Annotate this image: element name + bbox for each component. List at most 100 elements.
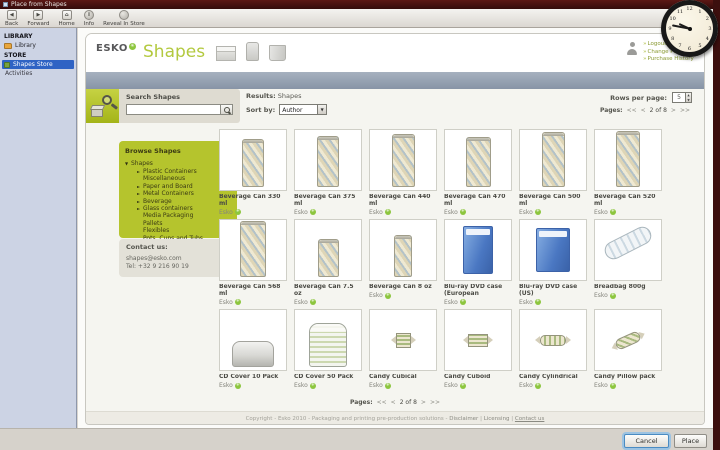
product-card[interactable]: Beverage Can 520 ml Esko✳ [594, 129, 662, 215]
product-card[interactable]: Beverage Can 470 ml Esko✳ [444, 129, 512, 215]
product-thumbnail [444, 129, 512, 191]
category-metal-containers[interactable]: ►Metal Containers [125, 190, 231, 197]
reveal-in-store-button[interactable]: Reveal In Store [103, 10, 145, 27]
product-thumbnail [219, 219, 287, 281]
product-thumbnail [594, 129, 662, 191]
page-first-link[interactable]: << [377, 399, 387, 406]
esko-star-icon: ✳ [610, 383, 616, 389]
place-button[interactable]: Place [674, 434, 707, 448]
contact-email[interactable]: shapes@esko.com [126, 255, 230, 263]
search-button[interactable] [221, 104, 233, 115]
sidebar-item-shapes-store[interactable]: Shapes Store [2, 60, 74, 69]
forward-button[interactable]: ▶ Forward [27, 10, 49, 27]
product-card[interactable]: Beverage Can 7.5 oz Esko✳ [294, 219, 362, 305]
category-beverage[interactable]: ►Beverage [125, 198, 231, 205]
product-thumbnail [444, 309, 512, 371]
product-card[interactable]: Blu-ray DVD case (US) Esko✳ [519, 219, 587, 305]
product-grid: Beverage Can 330 ml Esko✳ Beverage Can 3… [219, 129, 662, 395]
category-flexibles[interactable]: Flexibles [125, 227, 231, 234]
product-card[interactable]: Beverage Can 330 ml Esko✳ [219, 129, 287, 215]
product-thumbnail [519, 309, 587, 371]
esko-star-icon: ✳ [310, 299, 316, 305]
category-plastic-containers[interactable]: ►Plastic Containers [125, 168, 231, 175]
product-thumbnail [594, 219, 662, 281]
category-paper-and-board[interactable]: ►Paper and Board [125, 183, 231, 190]
category-media-packaging[interactable]: Media Packaging [125, 212, 231, 219]
product-thumbnail [444, 219, 512, 281]
contact-us-link[interactable]: Contact us [515, 416, 545, 422]
esko-star-icon: ✳ [535, 383, 541, 389]
window-titlebar[interactable]: Place from Shapes [0, 0, 720, 9]
rows-per-page-stepper[interactable]: 5 ▲▼ [672, 92, 692, 103]
product-thumbnail [369, 309, 437, 371]
esko-star-icon: ✳ [129, 43, 136, 50]
page-next-link[interactable]: > [671, 107, 676, 114]
product-thumbnail [369, 129, 437, 191]
sort-label: Sort by: [246, 106, 275, 114]
product-thumbnail [294, 219, 362, 281]
product-card[interactable]: Candy Cuboid Esko✳ [444, 309, 512, 395]
page-title: Shapes [143, 42, 205, 62]
product-thumbnail [369, 219, 437, 281]
search-label: Search Shapes [126, 93, 233, 101]
sort-dropdown[interactable]: Author ▼ [279, 104, 327, 115]
results-value: Shapes [278, 92, 302, 100]
esko-star-icon: ✳ [310, 383, 316, 389]
reveal-icon [119, 10, 129, 20]
product-card[interactable]: Beverage Can 8 oz Esko✳ [369, 219, 437, 305]
esko-star-icon: ✳ [535, 209, 541, 215]
product-card[interactable]: Beverage Can 568 ml Esko✳ [219, 219, 287, 305]
product-card[interactable]: CD Cover 50 Pack Esko✳ [294, 309, 362, 395]
store-content: Search Shapes Results: Shapes Sort by: A… [86, 89, 704, 411]
product-card[interactable]: Candy Pillow pack Esko✳ [594, 309, 662, 395]
esko-star-icon: ✳ [385, 209, 391, 215]
page-prev-link[interactable]: < [391, 399, 396, 406]
page-next-link[interactable]: > [421, 399, 426, 406]
home-icon: ⌂ [62, 10, 72, 20]
sidebar-item-library[interactable]: Library [2, 41, 74, 50]
esko-star-icon: ✳ [610, 209, 616, 215]
tree-root-shapes[interactable]: ▼Shapes [125, 160, 231, 167]
page-last-link[interactable]: >> [430, 399, 440, 406]
product-thumbnail [219, 309, 287, 371]
category-glass-containers[interactable]: ►Glass containers [125, 205, 231, 212]
product-card[interactable]: Beverage Can 375 ml Esko✳ [294, 129, 362, 215]
category-pallets[interactable]: Pallets [125, 220, 231, 227]
info-button[interactable]: i Info [84, 10, 94, 27]
store-icon [4, 62, 10, 68]
page-last-link[interactable]: >> [680, 107, 690, 114]
esko-star-icon: ✳ [385, 293, 391, 299]
product-card[interactable]: Breadbag 800g Esko✳ [594, 219, 662, 305]
product-thumbnail [519, 129, 587, 191]
stepper-arrows-icon[interactable]: ▲▼ [685, 93, 691, 102]
chevron-down-icon: ▼ [317, 105, 326, 114]
product-card[interactable]: Beverage Can 500 ml Esko✳ [519, 129, 587, 215]
disclaimer-link[interactable]: Disclaimer [449, 416, 478, 422]
page-current: 2 of 8 [400, 399, 417, 406]
product-card[interactable]: Candy Cylindrical Esko✳ [519, 309, 587, 395]
esko-star-icon: ✳ [235, 383, 241, 389]
product-thumbnail [519, 219, 587, 281]
contact-phone: Tel: +32 9 216 90 19 [126, 263, 230, 271]
page-first-link[interactable]: << [627, 107, 637, 114]
product-card[interactable]: Candy Cubical Esko✳ [369, 309, 437, 395]
category-miscellaneous[interactable]: Miscellaneous [125, 175, 231, 182]
forward-icon: ▶ [33, 10, 43, 20]
esko-star-icon: ✳ [535, 299, 541, 305]
home-button[interactable]: ⌂ Home [58, 10, 74, 27]
clock-widget: 12 1 2 3 4 5 6 7 8 9 10 11 [661, 0, 718, 57]
licensing-link[interactable]: Licensing [484, 416, 510, 422]
product-card[interactable]: CD Cover 10 Pack Esko✳ [219, 309, 287, 395]
desktop-edge [713, 0, 720, 450]
product-card[interactable]: Beverage Can 440 ml Esko✳ [369, 129, 437, 215]
product-card[interactable]: Blu-ray DVD case (European Esko✳ [444, 219, 512, 305]
page-prev-link[interactable]: < [641, 107, 646, 114]
back-button[interactable]: ◀ Back [5, 10, 18, 27]
sidebar-item-activities[interactable]: Activities [2, 69, 74, 78]
esko-star-icon: ✳ [460, 383, 466, 389]
search-input[interactable] [126, 104, 221, 115]
back-icon: ◀ [7, 10, 17, 20]
esko-star-icon: ✳ [460, 299, 466, 305]
cancel-button[interactable]: Cancel [624, 434, 669, 448]
clock-center-dot [688, 27, 692, 31]
